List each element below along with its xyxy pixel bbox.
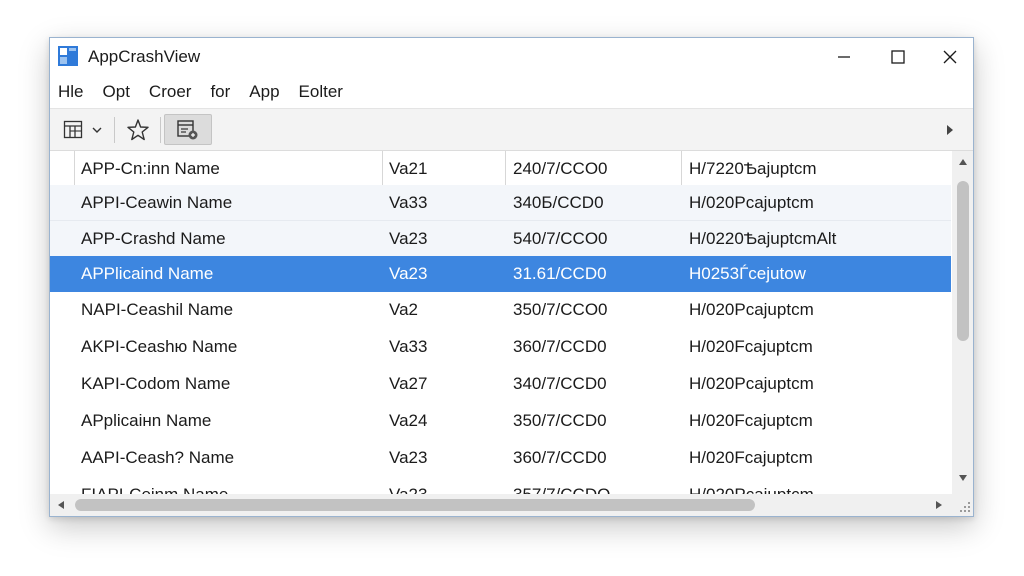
- cell-name: APP-Crashd Name: [81, 229, 226, 248]
- cell-path: H/020Fcajuptcm: [689, 337, 813, 356]
- cell-time: 360/7/CCD0: [513, 448, 607, 467]
- scroll-down-button[interactable]: [952, 467, 973, 489]
- cell-path: H/020Pcajuptcm: [689, 192, 814, 212]
- cell-version: Va33: [389, 337, 428, 356]
- cell-name: APplicaінn Name: [81, 411, 212, 430]
- maximize-button[interactable]: [871, 38, 925, 76]
- scroll-right-button[interactable]: [930, 494, 948, 516]
- table-row[interactable]: APP-Cn:inn Name Va21 240/7/CCO0 H/7220Ѣa…: [50, 151, 951, 187]
- app-window-icon: [58, 46, 78, 66]
- caret-left-icon: [58, 501, 64, 509]
- cell-path: H/0220ѢajuptcmAlt: [689, 229, 837, 248]
- cell-time: 350/7/CCD0: [513, 411, 607, 430]
- cell-version: Va27: [389, 374, 428, 393]
- menu-app[interactable]: App: [241, 82, 287, 102]
- menu-file[interactable]: Hle: [50, 82, 92, 102]
- cell-version: Va33: [389, 192, 428, 212]
- report-icon: [177, 119, 198, 139]
- caret-right-icon: [936, 501, 942, 509]
- column-divider: [382, 151, 383, 186]
- vertical-scroll-thumb[interactable]: [957, 181, 969, 341]
- close-button[interactable]: [923, 38, 973, 76]
- table-row[interactable]: AKPI-Ceashю Name Va33 360/7/CCD0 H/020Fc…: [50, 329, 951, 365]
- star-icon: [127, 118, 149, 140]
- menu-bar: Hle Opt Croer for App Eolter: [50, 76, 973, 108]
- cell-path: H/020Pcajuptcm: [689, 300, 814, 319]
- cell-name: AKPI-Ceashю Name: [81, 337, 238, 356]
- minimize-icon: [838, 56, 850, 58]
- table-row[interactable]: AAPI-Ceash? Name Va23 360/7/CCD0 H/020Fc…: [50, 440, 951, 476]
- window-title: AppCrashView: [88, 47, 201, 66]
- favorite-button[interactable]: [122, 114, 154, 145]
- vertical-scrollbar[interactable]: [952, 151, 973, 494]
- cell-version: Va23: [389, 264, 428, 283]
- cell-name: APPlicaind Name: [81, 264, 214, 283]
- cell-path: H/020Pcajuptcm: [689, 374, 814, 393]
- cell-time: 350/7/CCO0: [513, 300, 608, 319]
- horizontal-scrollbar[interactable]: [50, 494, 952, 516]
- cell-time: 540/7/CCO0: [513, 229, 608, 248]
- table-row[interactable]: KAPI-Codom Name Va27 340/7/CCD0 H/020Pca…: [50, 366, 951, 402]
- cell-version: Va24: [389, 411, 428, 430]
- scroll-left-button[interactable]: [52, 494, 70, 516]
- table-row[interactable]: APplicaінn Name Va24 350/7/CCD0 H/020Fca…: [50, 403, 951, 439]
- horizontal-scroll-thumb[interactable]: [75, 499, 755, 511]
- cell-version: Va23: [389, 448, 428, 467]
- cell-time: 357/7/CCDO: [513, 477, 610, 494]
- table-row[interactable]: APPI-Ceawin Name Va33 340Б/CCD0 H/020Pca…: [50, 185, 951, 221]
- minimize-button[interactable]: [817, 38, 871, 76]
- app-window: AppCrashView Hle Opt Croer for App Eolte…: [49, 37, 974, 517]
- caret-down-icon: [959, 475, 967, 481]
- toolbar-separator: [160, 117, 161, 143]
- caret-up-icon: [959, 159, 967, 165]
- table-row[interactable]: NAPI-Ceashil Name Va2 350/7/CCO0 H/020Pc…: [50, 292, 951, 328]
- cell-time: 340/7/CCD0: [513, 374, 607, 393]
- view-mode-button[interactable]: [58, 114, 108, 145]
- cell-name: NAPI-Ceashil Name: [81, 300, 234, 319]
- menu-options[interactable]: Opt: [95, 82, 138, 102]
- column-divider: [681, 151, 682, 186]
- cell-version: Va21: [389, 158, 428, 178]
- report-button[interactable]: [164, 114, 212, 145]
- cell-name: FIAPI-Ceinm Name: [81, 477, 228, 494]
- crash-list: APP-Cn:inn Name Va21 240/7/CCO0 H/7220Ѣa…: [50, 151, 951, 494]
- toolbar-separator: [114, 117, 115, 143]
- cell-path: H/020Fcajuptcm: [689, 411, 813, 430]
- resize-grip[interactable]: [952, 494, 973, 516]
- close-icon: [943, 50, 957, 64]
- maximize-icon: [891, 50, 905, 64]
- menu-folder[interactable]: Eolter: [291, 82, 351, 102]
- menu-crashes[interactable]: Croer: [141, 82, 200, 102]
- cell-name: KAPI-Codom Name: [81, 374, 231, 393]
- cell-path: H/020Pcajuptcm: [689, 477, 814, 494]
- cell-path: H/020Fcajuptcm: [689, 448, 813, 467]
- column-divider: [505, 151, 506, 186]
- cell-version: Va23: [389, 477, 427, 494]
- toolbar: [50, 108, 973, 151]
- scroll-up-button[interactable]: [952, 151, 973, 173]
- cell-time: 240/7/CCO0: [513, 158, 608, 178]
- cell-name: APPI-Ceawin Name: [81, 192, 233, 212]
- table-row[interactable]: APP-Crashd Name Va23 540/7/CCO0 H/0220Ѣa…: [50, 221, 951, 257]
- table-view-icon: [63, 120, 83, 138]
- table-row[interactable]: FIAPI-Ceinm Name Va23 357/7/CCDO H/020Pc…: [50, 477, 951, 494]
- column-divider: [74, 151, 75, 186]
- cell-path: H/7220Ѣajuptcm: [689, 158, 817, 178]
- cell-time: 360/7/CCD0: [513, 337, 607, 356]
- chevron-down-icon: [92, 127, 102, 133]
- cell-time: 31.61/CCD0: [513, 264, 607, 283]
- cell-time: 340Б/CCD0: [513, 192, 604, 212]
- cell-name: APP-Cn:inn Name: [81, 158, 220, 178]
- toolbar-overflow-button[interactable]: [940, 114, 960, 145]
- cell-path: H0253Ѓcejutow: [689, 264, 806, 283]
- cell-name: AAPI-Ceash? Name: [81, 448, 235, 467]
- cell-version: Va2: [389, 300, 418, 319]
- menu-for[interactable]: for: [202, 82, 238, 102]
- title-bar[interactable]: AppCrashView: [50, 38, 973, 76]
- chevron-right-icon: [947, 124, 953, 135]
- cell-version: Va23: [389, 229, 428, 248]
- resize-grip-icon: [960, 502, 970, 512]
- table-row-selected[interactable]: APPlicaind Name Va23 31.61/CCD0 H0253Ѓce…: [50, 256, 951, 292]
